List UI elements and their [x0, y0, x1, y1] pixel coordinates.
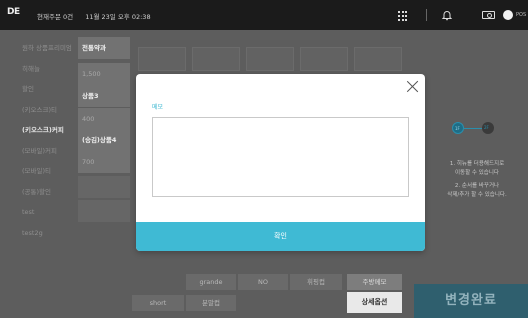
divider	[426, 9, 427, 21]
floor-flow-icon	[452, 122, 498, 134]
complete-change-button[interactable]: 변경완료	[414, 284, 528, 318]
product-price: 400	[78, 108, 130, 130]
product-cell[interactable]: 상품3	[78, 85, 130, 107]
category-item[interactable]: 원하 상품프리미엄	[22, 38, 78, 59]
grid-menu-icon[interactable]	[398, 9, 410, 21]
product-price: 1,500	[78, 63, 130, 85]
order-status: 현재주문 0건 11월 23일 오후 02:38	[37, 11, 151, 21]
close-icon[interactable]	[406, 80, 419, 93]
empty-slot[interactable]	[192, 47, 240, 71]
empty-slot[interactable]	[138, 47, 186, 71]
product-price: 700	[78, 151, 130, 173]
user-label: POS	[516, 12, 527, 18]
empty-slot[interactable]	[246, 47, 294, 71]
cash-drawer-icon[interactable]	[482, 11, 495, 19]
memo-input[interactable]	[152, 117, 409, 197]
memo-label: 메모	[152, 104, 164, 111]
option-short[interactable]: short	[132, 295, 184, 311]
category-list: 원하 상품프리미엄 히해늘 할인 (키오스크)티 (키오스크)커피 (모바일)커…	[22, 38, 78, 243]
empty-cell[interactable]	[78, 176, 130, 198]
memo-dialog: 메모 확인	[136, 74, 425, 251]
product-cell[interactable]: 전통약과	[78, 37, 130, 59]
category-item-active[interactable]: (키오스크)커피	[22, 120, 78, 141]
option-no[interactable]: NO	[238, 274, 288, 290]
empty-slot[interactable]	[354, 47, 402, 71]
confirm-button[interactable]: 확인	[136, 222, 425, 251]
user-avatar[interactable]	[503, 10, 513, 20]
app-logo: DE	[7, 7, 20, 17]
category-item[interactable]: (모바일)티	[22, 161, 78, 182]
category-item[interactable]: (모바일)커피	[22, 141, 78, 162]
category-item[interactable]: 히해늘	[22, 59, 78, 80]
datetime: 11월 23일 오후 02:38	[85, 13, 151, 21]
option-whip[interactable]: 휘핑컵	[290, 274, 342, 290]
category-item[interactable]: test2g	[22, 223, 78, 244]
top-bar: DE 현재주문 0건 11월 23일 오후 02:38 POS	[0, 0, 528, 30]
product-cell[interactable]: (승김)상품4	[78, 129, 130, 151]
bell-icon[interactable]	[441, 9, 453, 21]
option-powder[interactable]: 분말컵	[186, 295, 236, 311]
empty-cell[interactable]	[78, 200, 130, 222]
category-item[interactable]: 할인	[22, 79, 78, 100]
help-hint-1: 1. 히뉴를 더용해드지로 이동할 수 있습니다	[449, 161, 505, 176]
option-kitchen-memo[interactable]: 주방메모	[347, 274, 402, 290]
category-item[interactable]: (키오스크)티	[22, 100, 78, 121]
help-hint-2: 2. 순서를 바꾸거나 삭제/추가 할 수 있습니다.	[447, 183, 507, 198]
detail-options-button[interactable]: 상세옵션	[347, 292, 402, 313]
order-count: 현재주문 0건	[37, 13, 74, 21]
option-grande[interactable]: grande	[186, 274, 236, 290]
empty-slot[interactable]	[300, 47, 348, 71]
category-item[interactable]: (공통)할인	[22, 182, 78, 203]
category-item[interactable]: test	[22, 202, 78, 223]
